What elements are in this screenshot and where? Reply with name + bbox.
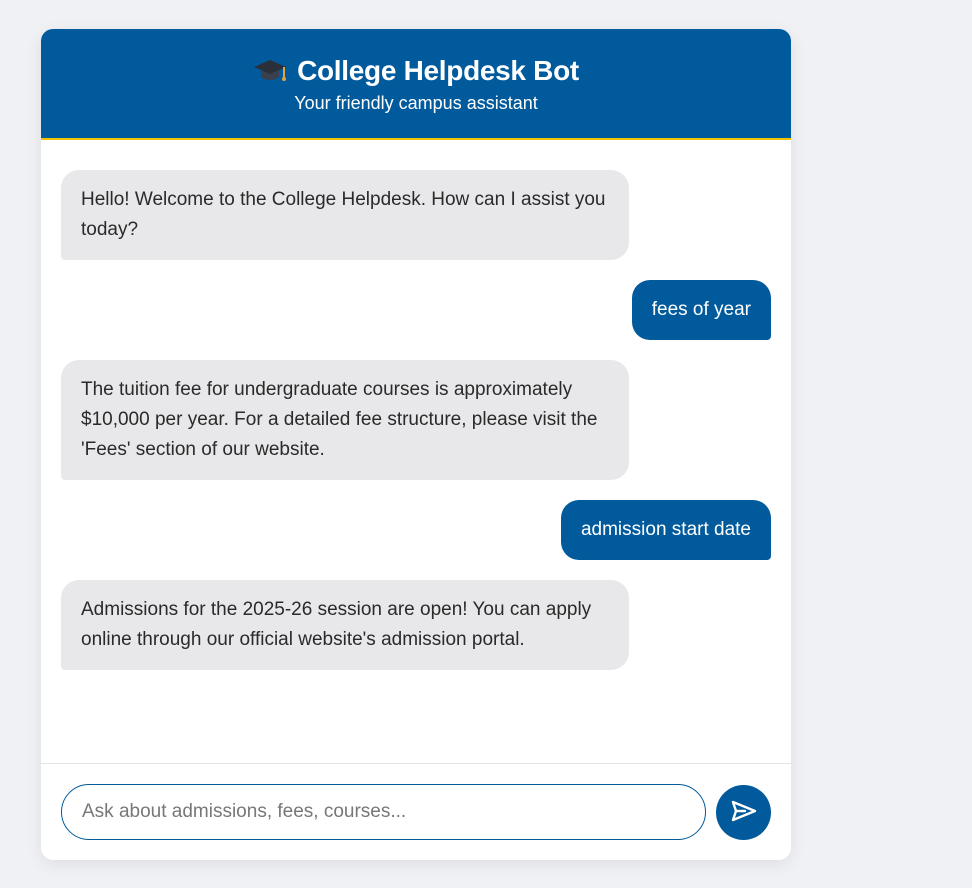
bot-message: Admissions for the 2025-26 session are o…	[61, 580, 629, 670]
bot-message: The tuition fee for undergraduate course…	[61, 360, 629, 480]
chat-window: College Helpdesk Bot Your friendly campu…	[41, 29, 791, 860]
title-row: College Helpdesk Bot	[253, 54, 579, 88]
input-bar	[41, 763, 791, 860]
chat-title: College Helpdesk Bot	[297, 55, 579, 86]
message-list: Hello! Welcome to the College Helpdesk. …	[41, 140, 791, 763]
graduation-cap-icon	[253, 56, 287, 86]
send-icon	[731, 800, 757, 825]
send-button[interactable]	[716, 784, 771, 840]
user-message: admission start date	[560, 500, 771, 560]
chat-header: College Helpdesk Bot Your friendly campu…	[41, 29, 791, 140]
bot-message: Hello! Welcome to the College Helpdesk. …	[61, 170, 629, 260]
user-message: fees of year	[631, 280, 771, 340]
chat-input[interactable]	[61, 784, 706, 840]
chat-subtitle: Your friendly campus assistant	[294, 93, 538, 113]
